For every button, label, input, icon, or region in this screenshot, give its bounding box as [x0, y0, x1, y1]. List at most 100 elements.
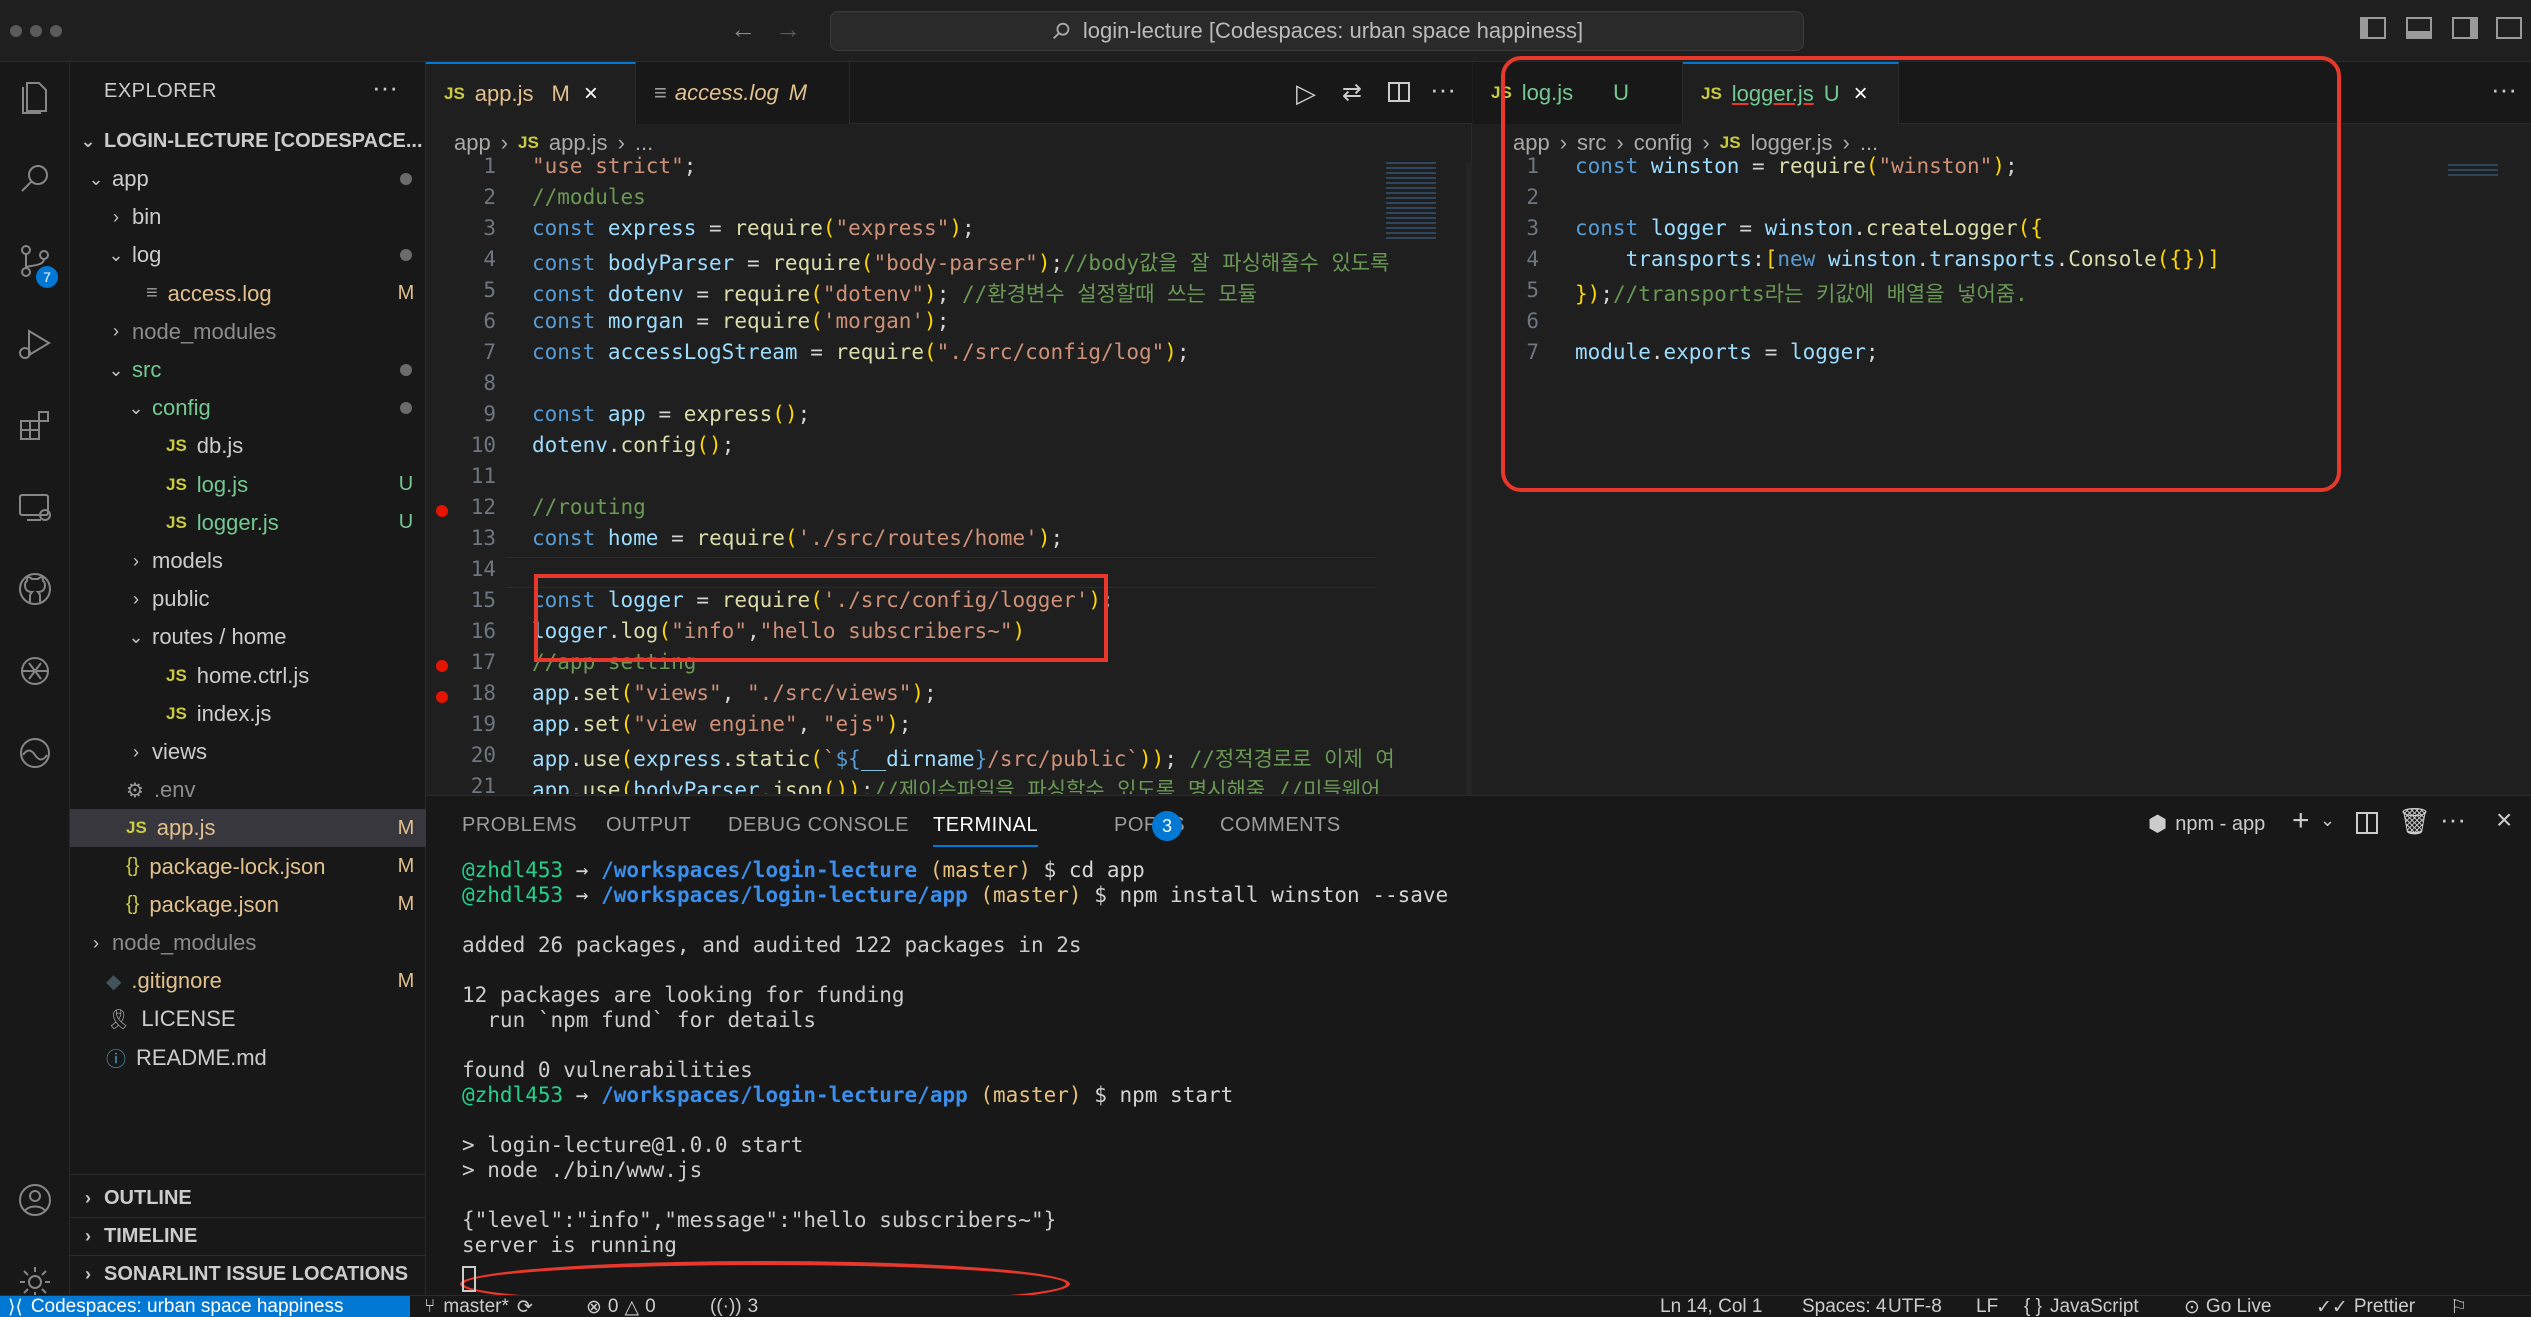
- breakpoint-icon[interactable]: [436, 660, 448, 672]
- problems-indicator[interactable]: ⊗ 0 △ 0: [586, 1296, 656, 1317]
- explorer-activity[interactable]: [0, 62, 70, 132]
- breakpoint-icon[interactable]: [436, 505, 448, 517]
- workspace-root[interactable]: ⌄ LOGIN-LECTURE [CODESPACE...: [70, 122, 426, 160]
- tree-item[interactable]: ⌄ log: [70, 236, 426, 274]
- tree-item[interactable]: ⚙ .env: [70, 771, 426, 809]
- tab-access-log[interactable]: ≡ access.log M: [636, 62, 850, 124]
- language-mode[interactable]: { } JavaScript: [2024, 1296, 2139, 1317]
- chatgpt-activity[interactable]: [0, 636, 70, 706]
- minimap[interactable]: [2448, 164, 2498, 178]
- remote-indicator[interactable]: ⟩⟨ Codespaces: urban space happiness: [0, 1296, 410, 1317]
- tree-item[interactable]: {} package.json M: [70, 886, 426, 924]
- breadcrumb-item[interactable]: app.js: [549, 130, 608, 156]
- scrollbar[interactable]: [1466, 162, 1472, 802]
- tab-debug-console[interactable]: DEBUG CONSOLE: [728, 814, 909, 837]
- minimap[interactable]: [1386, 162, 1436, 242]
- tab-problems[interactable]: PROBLEMS: [462, 814, 577, 837]
- notifications-icon[interactable]: ⚐: [2450, 1296, 2467, 1317]
- tab-app-js[interactable]: JS app.js M ×: [426, 62, 636, 124]
- trash-icon[interactable]: 🗑: [2398, 806, 2431, 837]
- go-live[interactable]: ⊙ Go Live: [2184, 1296, 2271, 1317]
- code-line[interactable]: app.set("view engine", "ejs");: [532, 712, 911, 736]
- tree-item[interactable]: › bin: [70, 198, 426, 236]
- more-actions-icon[interactable]: ···: [2440, 804, 2466, 835]
- split-editor-icon[interactable]: [1388, 82, 1410, 102]
- tree-item[interactable]: ⓘ README.md: [70, 1039, 426, 1077]
- tree-item[interactable]: JS index.js: [70, 695, 426, 733]
- cursor-position[interactable]: Ln 14, Col 1: [1660, 1296, 1762, 1317]
- branch-indicator[interactable]: ⑂ master* ⟳: [424, 1296, 533, 1317]
- search-activity[interactable]: [0, 144, 70, 214]
- outline-section[interactable]: › OUTLINE: [70, 1179, 426, 1217]
- code-line[interactable]: //routing: [532, 495, 646, 519]
- split-terminal-icon[interactable]: [2356, 812, 2378, 834]
- terminal-selector[interactable]: ⬢ npm - app: [2148, 811, 2265, 837]
- tree-item[interactable]: ⌄ app: [70, 160, 426, 198]
- tab-terminal[interactable]: TERMINAL: [933, 814, 1039, 847]
- tree-item[interactable]: {} package-lock.json M: [70, 848, 426, 886]
- code-line[interactable]: dotenv.config();: [532, 433, 734, 457]
- tree-item[interactable]: ≡ access.log M: [70, 275, 426, 313]
- run-debug-activity[interactable]: [0, 308, 70, 378]
- forward-arrow-icon[interactable]: →: [775, 14, 801, 45]
- sonarlint-activity[interactable]: [0, 718, 70, 788]
- tree-item[interactable]: ◆ .gitignore M: [70, 962, 426, 1000]
- tree-item[interactable]: › views: [70, 733, 426, 771]
- github-activity[interactable]: [0, 554, 70, 624]
- tree-item[interactable]: JS app.js M: [70, 809, 426, 848]
- code-line[interactable]: const accessLogStream = require("./src/c…: [532, 340, 1190, 364]
- code-line[interactable]: const dotenv = require("dotenv"); //환경변수…: [532, 278, 1257, 308]
- chevron-down-icon[interactable]: ⌄: [2320, 810, 2335, 831]
- back-arrow-icon[interactable]: ←: [730, 14, 756, 45]
- terminal-output[interactable]: @zhdl453 → /workspaces/login-lecture (ma…: [426, 858, 2526, 1298]
- window-close-dot[interactable]: [10, 25, 22, 37]
- extensions-activity[interactable]: [0, 390, 70, 460]
- code-line[interactable]: //modules: [532, 185, 646, 209]
- customize-layout-icon[interactable]: [2496, 17, 2522, 39]
- tree-item[interactable]: › node_modules: [70, 924, 426, 962]
- sonarlint-section[interactable]: › SONARLINT ISSUE LOCATIONS: [70, 1255, 426, 1293]
- tree-item[interactable]: ⌄ routes / home: [70, 618, 426, 656]
- tree-item[interactable]: 🎗 LICENSE: [70, 1000, 426, 1038]
- code-line[interactable]: "use strict";: [532, 154, 696, 178]
- indentation[interactable]: Spaces: 4: [1802, 1296, 1887, 1317]
- timeline-section[interactable]: › TIMELINE: [70, 1217, 426, 1255]
- tree-item[interactable]: JS home.ctrl.js: [70, 657, 426, 695]
- code-line[interactable]: app.use(express.static(`${__dirname}/src…: [532, 743, 1395, 773]
- new-terminal-icon[interactable]: +: [2292, 804, 2310, 838]
- code-line[interactable]: const morgan = require('morgan');: [532, 309, 949, 333]
- tree-item[interactable]: JS logger.js U: [70, 504, 426, 542]
- more-actions-icon[interactable]: ···: [1430, 74, 1456, 105]
- tree-item[interactable]: › models: [70, 542, 426, 580]
- tree-item[interactable]: › node_modules: [70, 313, 426, 351]
- code-line[interactable]: const bodyParser = require("body-parser"…: [532, 247, 1389, 277]
- code-line[interactable]: const home = require('./src/routes/home'…: [532, 526, 1063, 550]
- window-minimize-dot[interactable]: [30, 25, 42, 37]
- tree-item[interactable]: JS db.js: [70, 427, 426, 465]
- prettier[interactable]: ✓✓ Prettier: [2316, 1296, 2415, 1317]
- toggle-sidebar-icon[interactable]: [2360, 17, 2386, 39]
- code-line[interactable]: const app = express();: [532, 402, 810, 426]
- window-zoom-dot[interactable]: [50, 25, 62, 37]
- command-center-search[interactable]: login-lecture [Codespaces: urban space h…: [830, 11, 1804, 51]
- run-icon[interactable]: ▷: [1296, 78, 1316, 109]
- accounts-activity[interactable]: [0, 1165, 70, 1235]
- remote-explorer-activity[interactable]: [0, 472, 70, 542]
- code-line[interactable]: const express = require("express");: [532, 216, 975, 240]
- tree-item[interactable]: JS log.js U: [70, 466, 426, 504]
- line-endings[interactable]: LF: [1976, 1296, 1998, 1317]
- breakpoint-icon[interactable]: [436, 691, 448, 703]
- encoding[interactable]: UTF-8: [1888, 1296, 1942, 1317]
- toggle-panel-icon[interactable]: [2406, 17, 2432, 39]
- toggle-secondary-sidebar-icon[interactable]: [2452, 17, 2478, 39]
- tree-item[interactable]: ⌄ config: [70, 389, 426, 427]
- tab-comments[interactable]: COMMENTS: [1220, 814, 1341, 837]
- close-panel-icon[interactable]: ×: [2496, 804, 2512, 836]
- tree-item[interactable]: ⌄ src: [70, 351, 426, 389]
- ports-indicator[interactable]: ((·)) 3: [710, 1296, 758, 1317]
- code-area-left[interactable]: 1 "use strict"; 2 //modules 3 const express =…: [426, 154, 1466, 794]
- breadcrumb-item[interactable]: app: [454, 130, 491, 156]
- source-control-activity[interactable]: 7: [0, 226, 70, 296]
- more-actions-icon[interactable]: ···: [372, 72, 398, 103]
- close-icon[interactable]: ×: [584, 80, 598, 108]
